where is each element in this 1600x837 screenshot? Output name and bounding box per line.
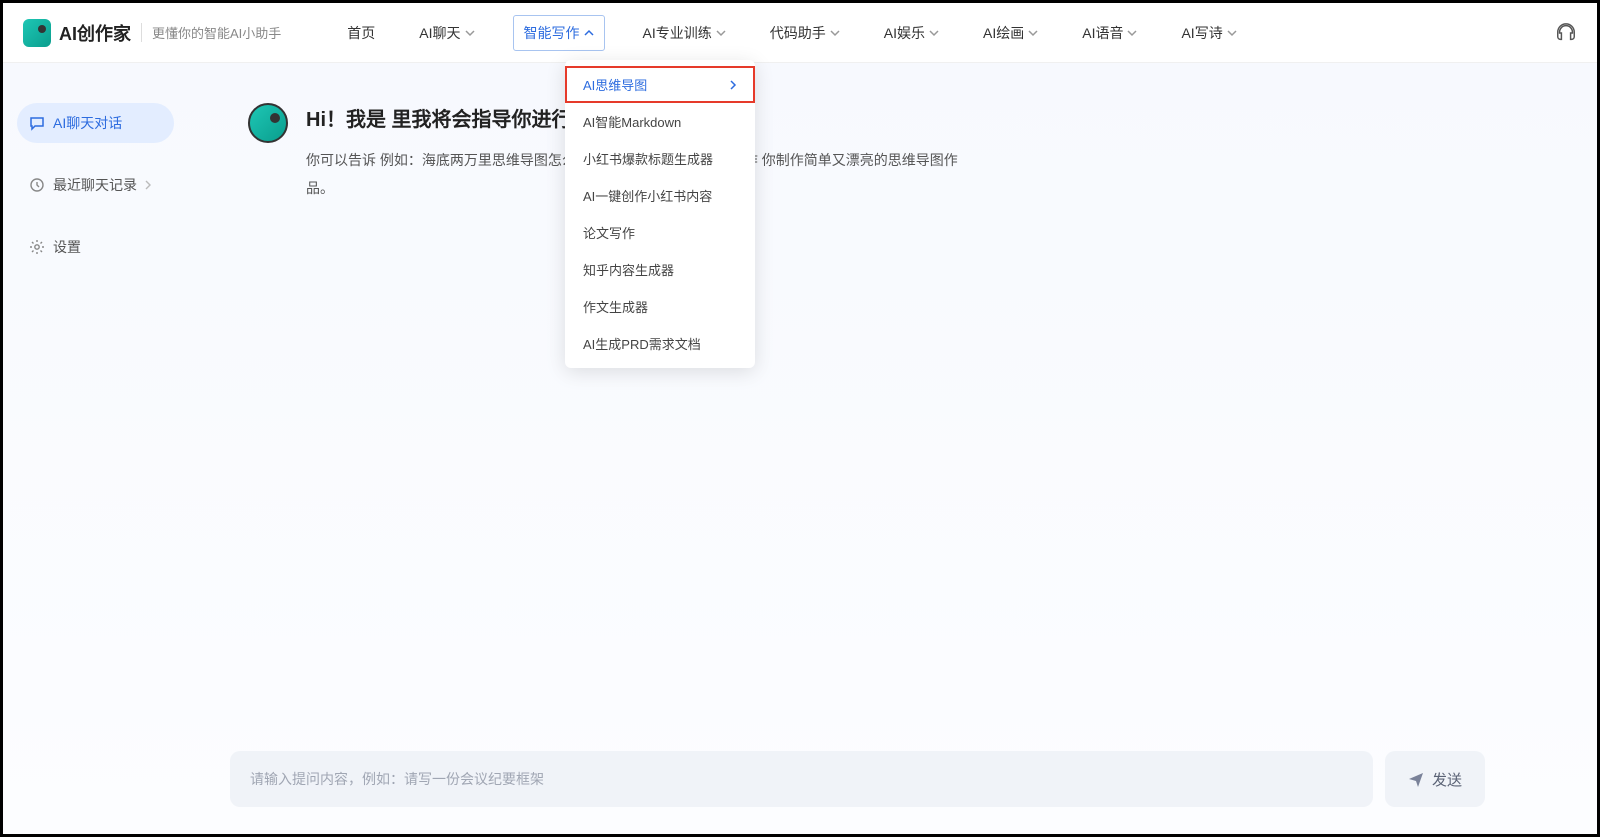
prompt-input[interactable] bbox=[250, 771, 1353, 787]
main: AI聊天对话 最近聊天记录 设置 Hi！我是 里我将会指导你进行思维导图制作~ … bbox=[3, 63, 1597, 834]
nav-ai-voice[interactable]: AI语音 bbox=[1076, 15, 1143, 51]
content: Hi！我是 里我将会指导你进行思维导图制作~ 你可以告诉 例如：海底两万里思维导… bbox=[188, 63, 1597, 834]
nav-label: AI绘画 bbox=[983, 23, 1024, 43]
logo-text: AI创作家 bbox=[59, 20, 131, 46]
dropdown-item-xiaohongshu-content[interactable]: AI一键创作小红书内容 bbox=[565, 177, 755, 214]
dropdown-label: 作文生成器 bbox=[583, 297, 648, 316]
nav-label: 首页 bbox=[347, 23, 375, 43]
dropdown-item-thesis[interactable]: 论文写作 bbox=[565, 214, 755, 251]
tagline: 更懂你的智能AI小助手 bbox=[141, 23, 281, 42]
sidebar-label: AI聊天对话 bbox=[53, 113, 122, 133]
dropdown-label: 论文写作 bbox=[583, 223, 635, 242]
prompt-input-box[interactable] bbox=[230, 751, 1373, 807]
header-right bbox=[1555, 22, 1577, 44]
nav: 首页 AI聊天 智能写作 AI专业训练 代码助手 AI娱乐 AI绘画 AI语音 … bbox=[341, 15, 1242, 51]
dropdown-item-mindmap[interactable]: AI思维导图 bbox=[565, 66, 755, 103]
sidebar-item-history[interactable]: 最近聊天记录 bbox=[17, 165, 174, 205]
logo[interactable]: AI创作家 bbox=[23, 19, 131, 47]
sidebar-label: 最近聊天记录 bbox=[53, 175, 137, 195]
chevron-down-icon bbox=[1028, 28, 1038, 38]
dropdown-label: 小红书爆款标题生成器 bbox=[583, 149, 713, 168]
nav-label: AI写诗 bbox=[1181, 23, 1222, 43]
nav-code-helper[interactable]: 代码助手 bbox=[764, 15, 846, 51]
dropdown-item-essay[interactable]: 作文生成器 bbox=[565, 288, 755, 325]
nav-ai-entertainment[interactable]: AI娱乐 bbox=[878, 15, 945, 51]
chevron-down-icon bbox=[1127, 28, 1137, 38]
nav-pro-training[interactable]: AI专业训练 bbox=[637, 15, 732, 51]
nav-label: 智能写作 bbox=[524, 23, 580, 43]
nav-ai-poetry[interactable]: AI写诗 bbox=[1175, 15, 1242, 51]
nav-home[interactable]: 首页 bbox=[341, 15, 381, 51]
chevron-down-icon bbox=[929, 28, 939, 38]
chevron-down-icon bbox=[465, 28, 475, 38]
nav-label: 代码助手 bbox=[770, 23, 826, 43]
nav-ai-chat[interactable]: AI聊天 bbox=[413, 15, 480, 51]
smart-writing-dropdown: AI思维导图 AI智能Markdown 小红书爆款标题生成器 AI一键创作小红书… bbox=[565, 60, 755, 368]
dropdown-item-prd[interactable]: AI生成PRD需求文档 bbox=[565, 325, 755, 362]
send-label: 发送 bbox=[1432, 769, 1462, 790]
dropdown-item-zhihu[interactable]: 知乎内容生成器 bbox=[565, 251, 755, 288]
dropdown-label: AI生成PRD需求文档 bbox=[583, 334, 701, 353]
nav-smart-writing[interactable]: 智能写作 bbox=[513, 15, 605, 51]
nav-label: AI专业训练 bbox=[643, 23, 712, 43]
header: AI创作家 更懂你的智能AI小助手 首页 AI聊天 智能写作 AI专业训练 代码… bbox=[3, 3, 1597, 63]
headset-icon[interactable] bbox=[1555, 22, 1577, 44]
chevron-right-icon bbox=[145, 180, 152, 190]
sidebar-item-chat[interactable]: AI聊天对话 bbox=[17, 103, 174, 143]
chat-icon bbox=[29, 115, 45, 131]
nav-ai-painting[interactable]: AI绘画 bbox=[977, 15, 1044, 51]
chevron-right-icon bbox=[729, 80, 737, 90]
send-button[interactable]: 发送 bbox=[1385, 751, 1485, 807]
sidebar-item-settings[interactable]: 设置 bbox=[17, 227, 174, 267]
dropdown-item-markdown[interactable]: AI智能Markdown bbox=[565, 103, 755, 140]
dropdown-label: AI智能Markdown bbox=[583, 112, 681, 131]
dropdown-label: 知乎内容生成器 bbox=[583, 260, 674, 279]
nav-label: AI聊天 bbox=[419, 23, 460, 43]
dropdown-item-xiaohongshu-title[interactable]: 小红书爆款标题生成器 bbox=[565, 140, 755, 177]
dropdown-label: AI思维导图 bbox=[583, 75, 647, 94]
sidebar-label: 设置 bbox=[53, 237, 81, 257]
chevron-down-icon bbox=[1227, 28, 1237, 38]
chevron-up-icon bbox=[584, 28, 594, 38]
logo-icon bbox=[23, 19, 51, 47]
input-bar: 发送 bbox=[230, 751, 1485, 807]
assistant-avatar bbox=[248, 103, 288, 143]
chevron-down-icon bbox=[830, 28, 840, 38]
send-icon bbox=[1408, 771, 1424, 787]
chevron-down-icon bbox=[716, 28, 726, 38]
sidebar: AI聊天对话 最近聊天记录 设置 bbox=[3, 63, 188, 834]
dropdown-label: AI一键创作小红书内容 bbox=[583, 186, 712, 205]
nav-label: AI语音 bbox=[1082, 23, 1123, 43]
clock-icon bbox=[29, 177, 45, 193]
nav-label: AI娱乐 bbox=[884, 23, 925, 43]
gear-icon bbox=[29, 239, 45, 255]
